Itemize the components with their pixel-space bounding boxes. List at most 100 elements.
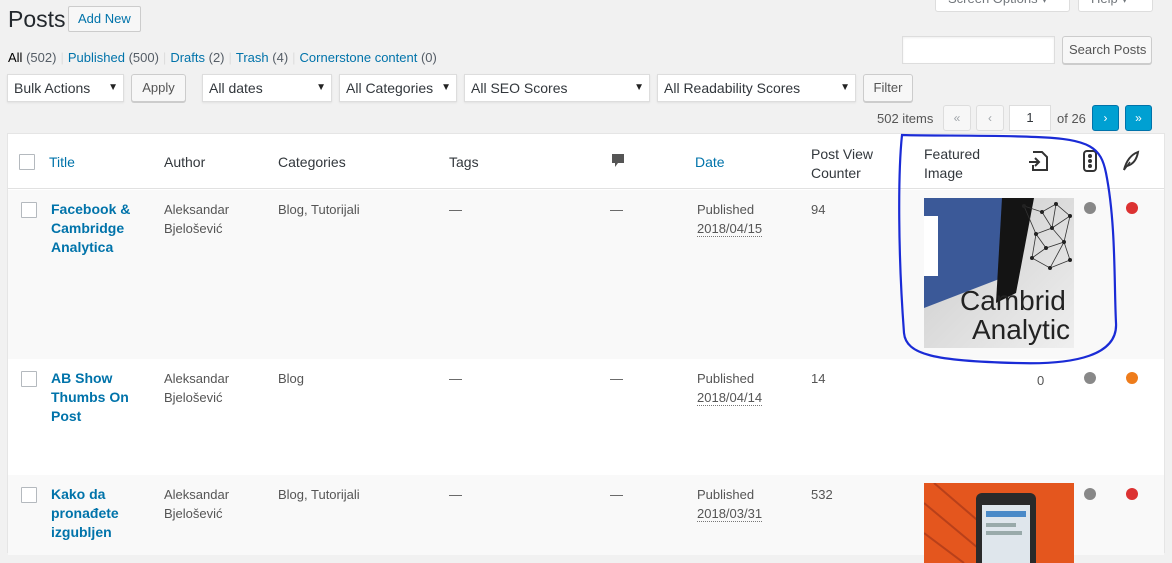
last-page-button[interactable]: » [1125, 105, 1152, 131]
view-published-link[interactable]: Published [68, 50, 125, 65]
view-drafts-link[interactable]: Drafts [170, 50, 205, 65]
column-tags: Tags [449, 154, 479, 170]
title-line: AB Show [51, 370, 113, 386]
help-button[interactable]: Help ▾ [1078, 0, 1153, 12]
title-line: Thumbs On [51, 389, 129, 405]
view-all-count: (502) [26, 50, 57, 65]
title-line: Post [51, 408, 82, 424]
next-page-button[interactable]: › [1092, 105, 1119, 131]
seo-score-dot [1084, 372, 1096, 384]
add-new-button[interactable]: Add New [68, 6, 141, 32]
view-trash-link[interactable]: Trash [236, 50, 269, 65]
dropdown-arrow-icon: ▼ [108, 82, 118, 93]
readability-score-dot [1126, 202, 1138, 214]
readability-score-dot [1126, 372, 1138, 384]
current-page-input[interactable]: 1 [1009, 105, 1051, 131]
row-checkbox[interactable] [21, 371, 37, 387]
items-count: 502 items [877, 111, 934, 126]
column-post-view-counter[interactable]: Post View Counter [811, 145, 873, 183]
dropdown-arrow-icon: ▼ [316, 82, 326, 93]
readability-scores-value: All Readability Scores [664, 80, 801, 96]
author-link[interactable]: Aleksandar Bjelošević [164, 485, 229, 523]
author-line: Aleksandar [164, 371, 230, 386]
date-cell: Published 2018/04/15 [697, 200, 763, 238]
dropdown-arrow-icon: ▼ [634, 82, 644, 93]
post-date: 2018/03/31 [697, 506, 763, 522]
post-title-link[interactable]: Kako da pronađete izgubljen [51, 485, 119, 542]
view-trash-count: (4) [272, 50, 289, 65]
page-title: Posts [8, 6, 66, 32]
comments-value: — [610, 371, 623, 386]
bulk-actions-select[interactable]: Bulk Actions ▼ [7, 74, 124, 102]
post-status: Published [697, 202, 755, 217]
readability-score-dot [1126, 488, 1138, 500]
title-line: Cambridge [51, 220, 125, 236]
tags-value: — [449, 487, 462, 502]
post-status-views: All (502) | Published (500) | Drafts (2) | Tra… [8, 50, 437, 65]
author-link[interactable]: Aleksandar Bjelošević [164, 369, 229, 407]
author-line: Bjelošević [164, 506, 223, 521]
row-checkbox[interactable] [21, 202, 37, 218]
search-input[interactable] [902, 36, 1055, 64]
total-pages: of 26 [1057, 111, 1086, 126]
screen-options-button[interactable]: Screen Options ▾ [935, 0, 1070, 12]
apply-button[interactable]: Apply [131, 74, 186, 102]
annotation-circle [898, 133, 1118, 365]
dates-value: All dates [209, 80, 263, 96]
post-date: 2018/04/15 [697, 221, 763, 237]
search-posts-button[interactable]: Search Posts [1062, 36, 1152, 64]
table-row: Kako da pronađete izgubljen Aleksandar B… [8, 475, 1164, 563]
post-date: 2018/04/14 [697, 390, 763, 406]
author-line: Bjelošević [164, 390, 223, 405]
comment-bubble-icon[interactable] [611, 153, 625, 172]
title-line: Facebook & [51, 201, 131, 217]
row-checkbox[interactable] [21, 487, 37, 503]
title-line: pronađete [51, 505, 119, 521]
categories-select[interactable]: All Categories ▼ [339, 74, 457, 102]
post-view-line2: Counter [811, 165, 861, 181]
author-link[interactable]: Aleksandar Bjelošević [164, 200, 229, 238]
column-title-sort[interactable]: Title [49, 154, 75, 170]
author-line: Bjelošević [164, 221, 223, 236]
prev-page-button[interactable]: ‹ [976, 105, 1004, 131]
title-line: izgubljen [51, 524, 112, 540]
seo-scores-value: All SEO Scores [471, 80, 568, 96]
author-line: Aleksandar [164, 487, 230, 502]
view-count: 14 [811, 371, 826, 386]
categories-link[interactable]: Blog, Tutorijali [278, 200, 360, 219]
readability-scores-select[interactable]: All Readability Scores ▼ [657, 74, 856, 102]
select-all-checkbox[interactable] [19, 154, 35, 170]
column-categories: Categories [278, 154, 346, 170]
view-cornerstone-link[interactable]: Cornerstone content [300, 50, 418, 65]
view-count: 94 [811, 202, 826, 217]
categories-link[interactable]: Blog, Tutorijali [278, 485, 360, 504]
categories-link[interactable]: Blog [278, 369, 304, 388]
tags-value: — [449, 202, 462, 217]
comments-value: — [610, 487, 623, 502]
comments-value: — [610, 202, 623, 217]
seo-score-dot [1084, 488, 1096, 500]
view-all-link[interactable]: All [8, 50, 22, 65]
date-cell: Published 2018/03/31 [697, 485, 763, 523]
dropdown-arrow-icon: ▼ [840, 82, 850, 93]
featured-image-thumbnail[interactable] [924, 483, 1074, 563]
view-cornerstone-count: (0) [420, 50, 437, 65]
bulk-actions-value: Bulk Actions [14, 80, 91, 96]
title-line: Analytica [51, 239, 114, 255]
first-page-button[interactable]: « [943, 105, 971, 131]
title-line: Kako da [51, 486, 106, 502]
post-title-link[interactable]: Facebook & Cambridge Analytica [51, 200, 130, 257]
column-date-sort[interactable]: Date [695, 154, 725, 170]
view-drafts-count: (2) [208, 50, 225, 65]
seo-scores-select[interactable]: All SEO Scores ▼ [464, 74, 650, 102]
tags-value: — [449, 371, 462, 386]
filter-button[interactable]: Filter [863, 74, 913, 102]
phone-photo-image [924, 483, 1074, 563]
post-status: Published [697, 371, 755, 386]
column-author: Author [164, 154, 206, 170]
readability-feather-icon[interactable] [1122, 150, 1140, 175]
post-title-link[interactable]: AB Show Thumbs On Post [51, 369, 129, 426]
dates-select[interactable]: All dates ▼ [202, 74, 332, 102]
post-view-line1: Post View [811, 146, 873, 162]
categories-value: All Categories [346, 80, 434, 96]
